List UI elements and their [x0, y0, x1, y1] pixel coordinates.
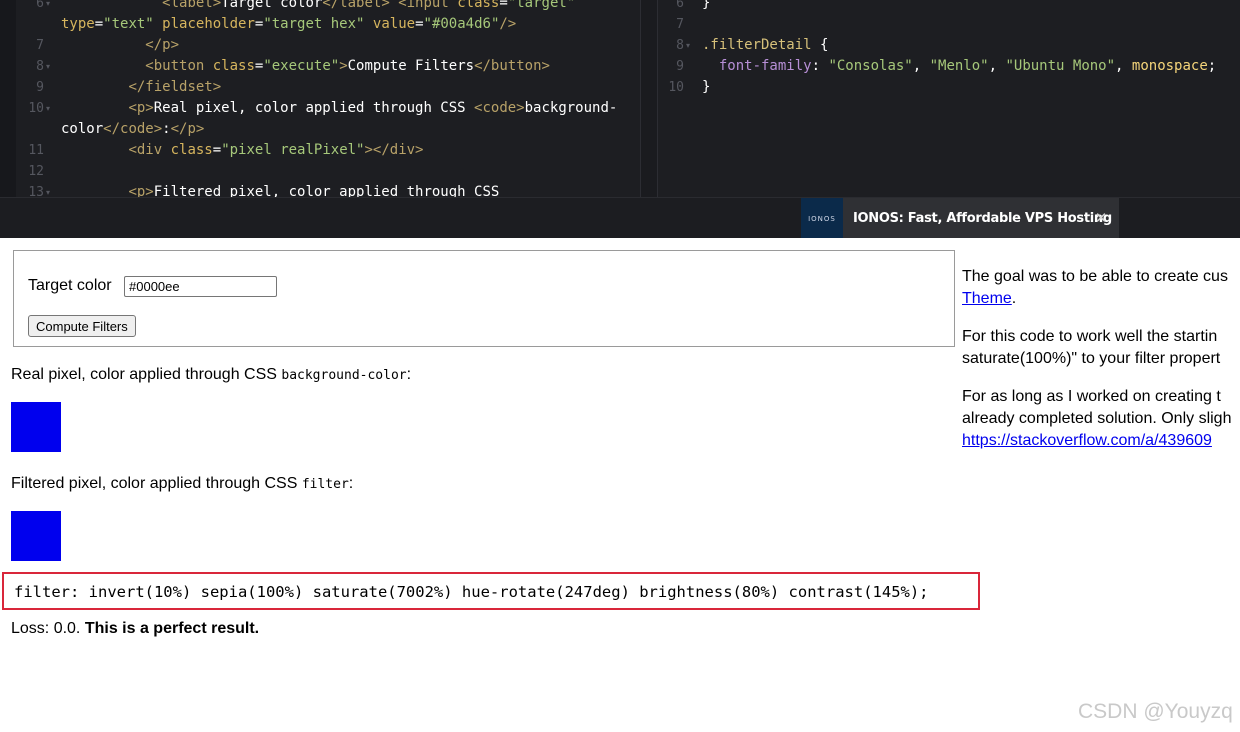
- real-pixel-suffix: :: [406, 366, 412, 383]
- code-line: }: [702, 0, 711, 11]
- code-line: .filterDetail {: [702, 37, 829, 53]
- line-number: 10: [28, 101, 44, 116]
- loss-verdict: This is a perfect result.: [84, 620, 260, 637]
- code-line: <p>Filtered pixel, color applied through…: [128, 184, 500, 197]
- filtered-pixel-caption: Filtered pixel, color applied through CS…: [11, 475, 353, 493]
- fold-arrow-icon[interactable]: ▾: [46, 98, 50, 119]
- compute-filters-button[interactable]: Compute Filters: [28, 315, 136, 337]
- filtered-pixel: [11, 511, 61, 561]
- controls-fieldset: Target color Compute Filters: [13, 250, 955, 347]
- theme-link[interactable]: Theme: [962, 290, 1012, 307]
- line-number: 9: [36, 80, 44, 95]
- filtered-pixel-suffix: :: [348, 475, 354, 492]
- side-p3-line2: already completed solution. Only sligh: [962, 410, 1232, 427]
- ad-text[interactable]: IONOS: Fast, Affordable VPS Hosting: [853, 198, 1112, 239]
- side-p3-line1: For as long as I worked on creating t: [962, 388, 1221, 405]
- fold-arrow-icon[interactable]: ▾: [46, 56, 50, 77]
- target-color-input[interactable]: [124, 276, 277, 297]
- line-number: 8: [676, 38, 684, 53]
- code-line: <label>Target color</label> <input class…: [162, 0, 576, 11]
- ionos-logo: IONOS: [801, 198, 843, 239]
- side-p2-line1: For this code to work well the startin: [962, 328, 1218, 345]
- real-pixel-text: Real pixel, color applied through CSS: [11, 366, 282, 383]
- side-p1-tail: .: [1011, 290, 1017, 307]
- side-paragraph-3: For as long as I worked on creating t al…: [962, 386, 1240, 452]
- filter-result-highlight: filter: invert(10%) sepia(100%) saturate…: [2, 572, 980, 610]
- side-p2-line2: saturate(100%)" to your filter propert: [962, 350, 1221, 367]
- html-editor[interactable]: 6 ▾ <label>Target color</label> <input cl…: [0, 0, 640, 197]
- line-number: 13: [28, 185, 44, 197]
- toolbar: IONOS IONOS: Fast, Affordable VPS Hostin…: [0, 197, 1240, 239]
- filter-result-code: filter: invert(10%) sepia(100%) saturate…: [14, 583, 929, 601]
- css-editor[interactable]: 6} 7 8 ▾ .filterDetail { 9 font-family: "Cons…: [658, 0, 1240, 197]
- line-number: 12: [28, 164, 44, 179]
- code-line: font-family: "Consolas", "Menlo", "Ubunt…: [718, 58, 1217, 74]
- fold-arrow-icon[interactable]: ▾: [686, 35, 690, 56]
- result-panel: Target color Compute Filters Real pixel,…: [0, 238, 1240, 732]
- code-editors: 6 ▾ <label>Target color</label> <input cl…: [0, 0, 1240, 197]
- line-number: 6: [36, 0, 44, 11]
- code-line: <button class="execute">Compute Filters<…: [145, 58, 550, 74]
- code-line: type="text" placeholder="target hex" val…: [61, 16, 517, 32]
- code-line: <div class="pixel realPixel"></div>: [128, 142, 424, 158]
- line-number: 10: [668, 80, 684, 95]
- line-number: 8: [36, 59, 44, 74]
- line-number: 9: [676, 59, 684, 74]
- editor-splitter[interactable]: [640, 0, 658, 197]
- line-number: 7: [36, 38, 44, 53]
- target-color-label: Target color: [28, 277, 112, 294]
- real-pixel-code: background-color: [281, 368, 407, 383]
- stackoverflow-link[interactable]: https://stackoverflow.com/a/439609: [962, 432, 1212, 449]
- close-icon[interactable]: ✕: [1089, 198, 1113, 239]
- loss-text: Loss: 0.0. This is a perfect result.: [11, 620, 259, 638]
- real-pixel-caption: Real pixel, color applied through CSS ba…: [11, 366, 411, 384]
- filtered-pixel-code: filter: [301, 477, 349, 492]
- side-paragraph-1: The goal was to be able to create cus Th…: [962, 266, 1240, 310]
- ad-banner[interactable]: IONOS IONOS: Fast, Affordable VPS Hostin…: [801, 198, 1119, 239]
- code-line: <p>Real pixel, color applied through CSS…: [128, 100, 618, 116]
- line-number: 7: [676, 17, 684, 32]
- line-number: 11: [28, 143, 44, 158]
- code-line: </p>: [145, 37, 180, 53]
- csdn-watermark: CSDN @Youyzq: [1078, 700, 1233, 723]
- fold-arrow-icon[interactable]: ▾: [46, 0, 50, 14]
- real-pixel: [11, 402, 61, 452]
- code-line: </fieldset>: [128, 79, 222, 95]
- code-line: color</code>:</p>: [61, 121, 205, 137]
- code-line: }: [702, 79, 711, 95]
- fold-arrow-icon[interactable]: ▾: [46, 182, 50, 197]
- loss-value: Loss: 0.0.: [11, 620, 85, 637]
- line-number: 6: [676, 0, 684, 11]
- filtered-pixel-text: Filtered pixel, color applied through CS…: [11, 475, 302, 492]
- side-paragraph-2: For this code to work well the startin s…: [962, 326, 1240, 370]
- side-p1-line1: The goal was to be able to create cus: [962, 268, 1228, 285]
